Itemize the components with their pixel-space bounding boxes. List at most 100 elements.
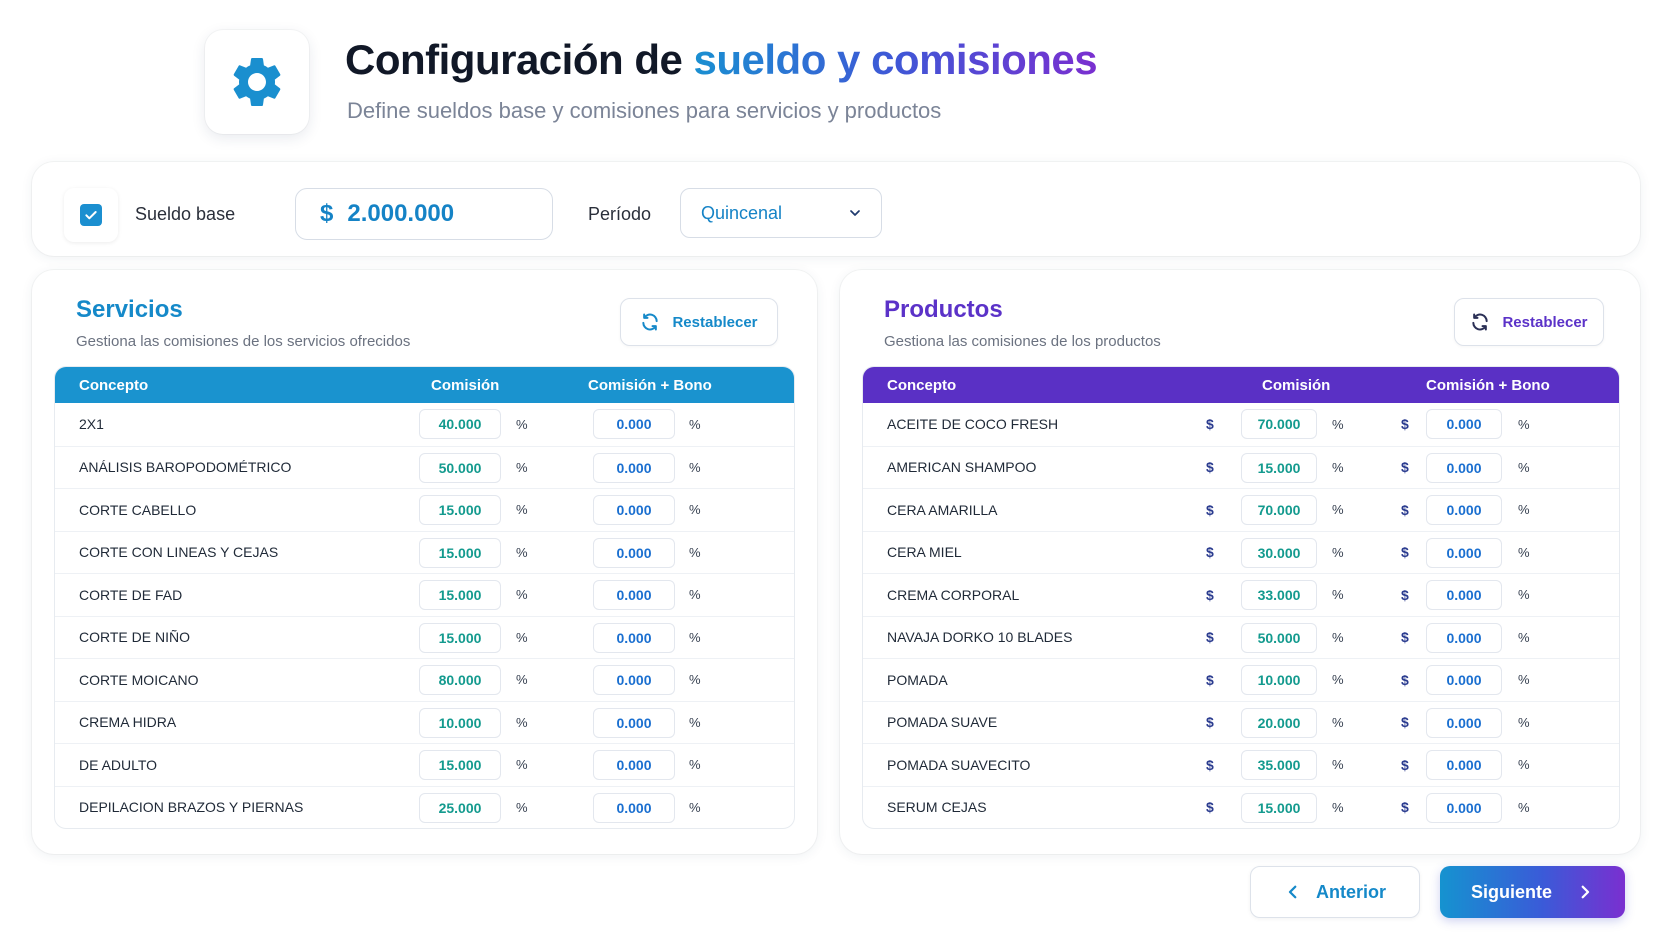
commission-input[interactable]: 50.000 bbox=[1241, 622, 1317, 653]
commission-input[interactable]: 15.000 bbox=[419, 537, 501, 568]
page-title: Configuración de sueldo y comisiones bbox=[345, 36, 1098, 84]
products-table-header: Concepto Comisión Comisión + Bono bbox=[863, 367, 1619, 403]
percent-symbol: % bbox=[1518, 714, 1530, 730]
header-icon-box bbox=[205, 30, 309, 134]
percent-symbol: % bbox=[516, 757, 528, 773]
bonus-input[interactable]: 0.000 bbox=[593, 750, 675, 780]
products-reset-button[interactable]: Restablecer bbox=[1454, 298, 1604, 346]
column-header-commission-bonus: Comisión + Bono bbox=[1426, 376, 1550, 394]
commission-input[interactable]: 20.000 bbox=[1241, 707, 1317, 738]
page-title-highlight: sueldo y comisiones bbox=[693, 36, 1098, 83]
bonus-input[interactable]: 0.000 bbox=[1426, 580, 1502, 610]
bonus-input[interactable]: 0.000 bbox=[1426, 495, 1502, 525]
bonus-input[interactable]: 0.000 bbox=[1426, 622, 1502, 653]
table-row: CREMA HIDRA 10.000% 0.000% bbox=[55, 700, 794, 744]
currency-symbol: $ bbox=[1206, 671, 1214, 688]
bonus-input[interactable]: 0.000 bbox=[1426, 537, 1502, 568]
commission-input[interactable]: 15.000 bbox=[419, 580, 501, 610]
checkbox-checked[interactable] bbox=[80, 204, 102, 226]
percent-symbol: % bbox=[516, 502, 528, 518]
commission-input[interactable]: 15.000 bbox=[419, 622, 501, 653]
commission-input[interactable]: 10.000 bbox=[1241, 665, 1317, 695]
commission-input[interactable]: 10.000 bbox=[419, 707, 501, 738]
percent-symbol: % bbox=[1332, 714, 1344, 730]
period-select[interactable]: Quincenal bbox=[680, 188, 882, 238]
commission-input[interactable]: 80.000 bbox=[419, 665, 501, 695]
period-label: Período bbox=[588, 204, 652, 224]
bonus-input[interactable]: 0.000 bbox=[1426, 750, 1502, 780]
percent-symbol: % bbox=[689, 799, 701, 815]
row-concept: POMADA bbox=[887, 671, 948, 688]
commission-input[interactable]: 70.000 bbox=[1241, 495, 1317, 525]
commission-input[interactable]: 15.000 bbox=[1241, 792, 1317, 823]
commission-input[interactable]: 40.000 bbox=[419, 409, 501, 439]
previous-button-label: Anterior bbox=[1315, 881, 1386, 902]
commission-input[interactable]: 15.000 bbox=[1241, 452, 1317, 483]
bonus-input[interactable]: 0.000 bbox=[593, 495, 675, 525]
products-subtitle: Gestiona las comisiones de los productos bbox=[884, 333, 1161, 350]
percent-symbol: % bbox=[689, 459, 701, 475]
bonus-input[interactable]: 0.000 bbox=[1426, 665, 1502, 695]
bonus-input[interactable]: 0.000 bbox=[593, 580, 675, 610]
commission-input[interactable]: 15.000 bbox=[419, 750, 501, 780]
chevron-left-icon bbox=[1288, 885, 1297, 899]
currency-symbol: $ bbox=[1206, 416, 1214, 433]
currency-symbol: $ bbox=[1401, 586, 1409, 603]
percent-symbol: % bbox=[516, 629, 528, 645]
bonus-input[interactable]: 0.000 bbox=[593, 452, 675, 483]
percent-symbol: % bbox=[1332, 799, 1344, 815]
table-row: POMADA SUAVECITO $35.000% $0.000% bbox=[863, 743, 1619, 786]
percent-symbol: % bbox=[1518, 459, 1530, 475]
percent-symbol: % bbox=[689, 629, 701, 645]
table-row: CERA MIEL $30.000% $0.000% bbox=[863, 530, 1619, 574]
base-salary-checkbox[interactable] bbox=[64, 188, 118, 242]
commission-input[interactable]: 25.000 bbox=[419, 792, 501, 823]
previous-button[interactable]: Anterior bbox=[1250, 866, 1420, 918]
currency-symbol: $ bbox=[1206, 799, 1214, 816]
row-concept: ACEITE DE COCO FRESH bbox=[887, 416, 1059, 433]
percent-symbol: % bbox=[1332, 757, 1344, 773]
percent-symbol: % bbox=[1518, 416, 1530, 432]
bonus-input[interactable]: 0.000 bbox=[1426, 452, 1502, 483]
row-concept: SERUM CEJAS bbox=[887, 799, 987, 816]
next-button[interactable]: Siguiente bbox=[1440, 866, 1625, 918]
bonus-input[interactable]: 0.000 bbox=[1426, 707, 1502, 738]
bonus-input[interactable]: 0.000 bbox=[593, 792, 675, 823]
bonus-input[interactable]: 0.000 bbox=[593, 409, 675, 439]
percent-symbol: % bbox=[1518, 502, 1530, 518]
bonus-input[interactable]: 0.000 bbox=[593, 537, 675, 568]
products-title: Productos bbox=[884, 296, 1003, 323]
table-row: CORTE CABELLO 15.000% 0.000% bbox=[55, 488, 794, 531]
commission-input[interactable]: 50.000 bbox=[419, 452, 501, 483]
bonus-input[interactable]: 0.000 bbox=[1426, 792, 1502, 823]
services-reset-label: Restablecer bbox=[672, 313, 758, 331]
currency-symbol: $ bbox=[1206, 501, 1214, 518]
bonus-input[interactable]: 0.000 bbox=[1426, 409, 1502, 439]
percent-symbol: % bbox=[516, 459, 528, 475]
currency-symbol: $ bbox=[320, 200, 334, 227]
commission-input[interactable]: 35.000 bbox=[1241, 750, 1317, 780]
services-panel: Servicios Gestiona las comisiones de los… bbox=[32, 270, 817, 854]
row-concept: CORTE DE FAD bbox=[79, 586, 183, 603]
base-salary-input[interactable]: $ 2.000.000 bbox=[295, 188, 553, 240]
percent-symbol: % bbox=[1332, 672, 1344, 688]
commission-input[interactable]: 30.000 bbox=[1241, 537, 1317, 568]
commission-input[interactable]: 33.000 bbox=[1241, 580, 1317, 610]
currency-symbol: $ bbox=[1206, 714, 1214, 731]
products-reset-label: Restablecer bbox=[1502, 313, 1588, 331]
bonus-input[interactable]: 0.000 bbox=[593, 707, 675, 738]
base-salary-amount: 2.000.000 bbox=[347, 200, 455, 227]
table-row: SERUM CEJAS $15.000% $0.000% bbox=[863, 785, 1619, 829]
commission-input[interactable]: 70.000 bbox=[1241, 409, 1317, 439]
percent-symbol: % bbox=[1518, 629, 1530, 645]
services-subtitle: Gestiona las comisiones de los servicios… bbox=[76, 333, 411, 350]
commission-input[interactable]: 15.000 bbox=[419, 495, 501, 525]
services-reset-button[interactable]: Restablecer bbox=[620, 298, 778, 346]
bonus-input[interactable]: 0.000 bbox=[593, 665, 675, 695]
base-salary-bar: Sueldo base $ 2.000.000 Período Quincena… bbox=[32, 162, 1640, 256]
table-row: CORTE DE NIÑO 15.000% 0.000% bbox=[55, 615, 794, 659]
bonus-input[interactable]: 0.000 bbox=[593, 622, 675, 653]
percent-symbol: % bbox=[1518, 544, 1530, 560]
percent-symbol: % bbox=[516, 544, 528, 560]
percent-symbol: % bbox=[689, 416, 701, 432]
